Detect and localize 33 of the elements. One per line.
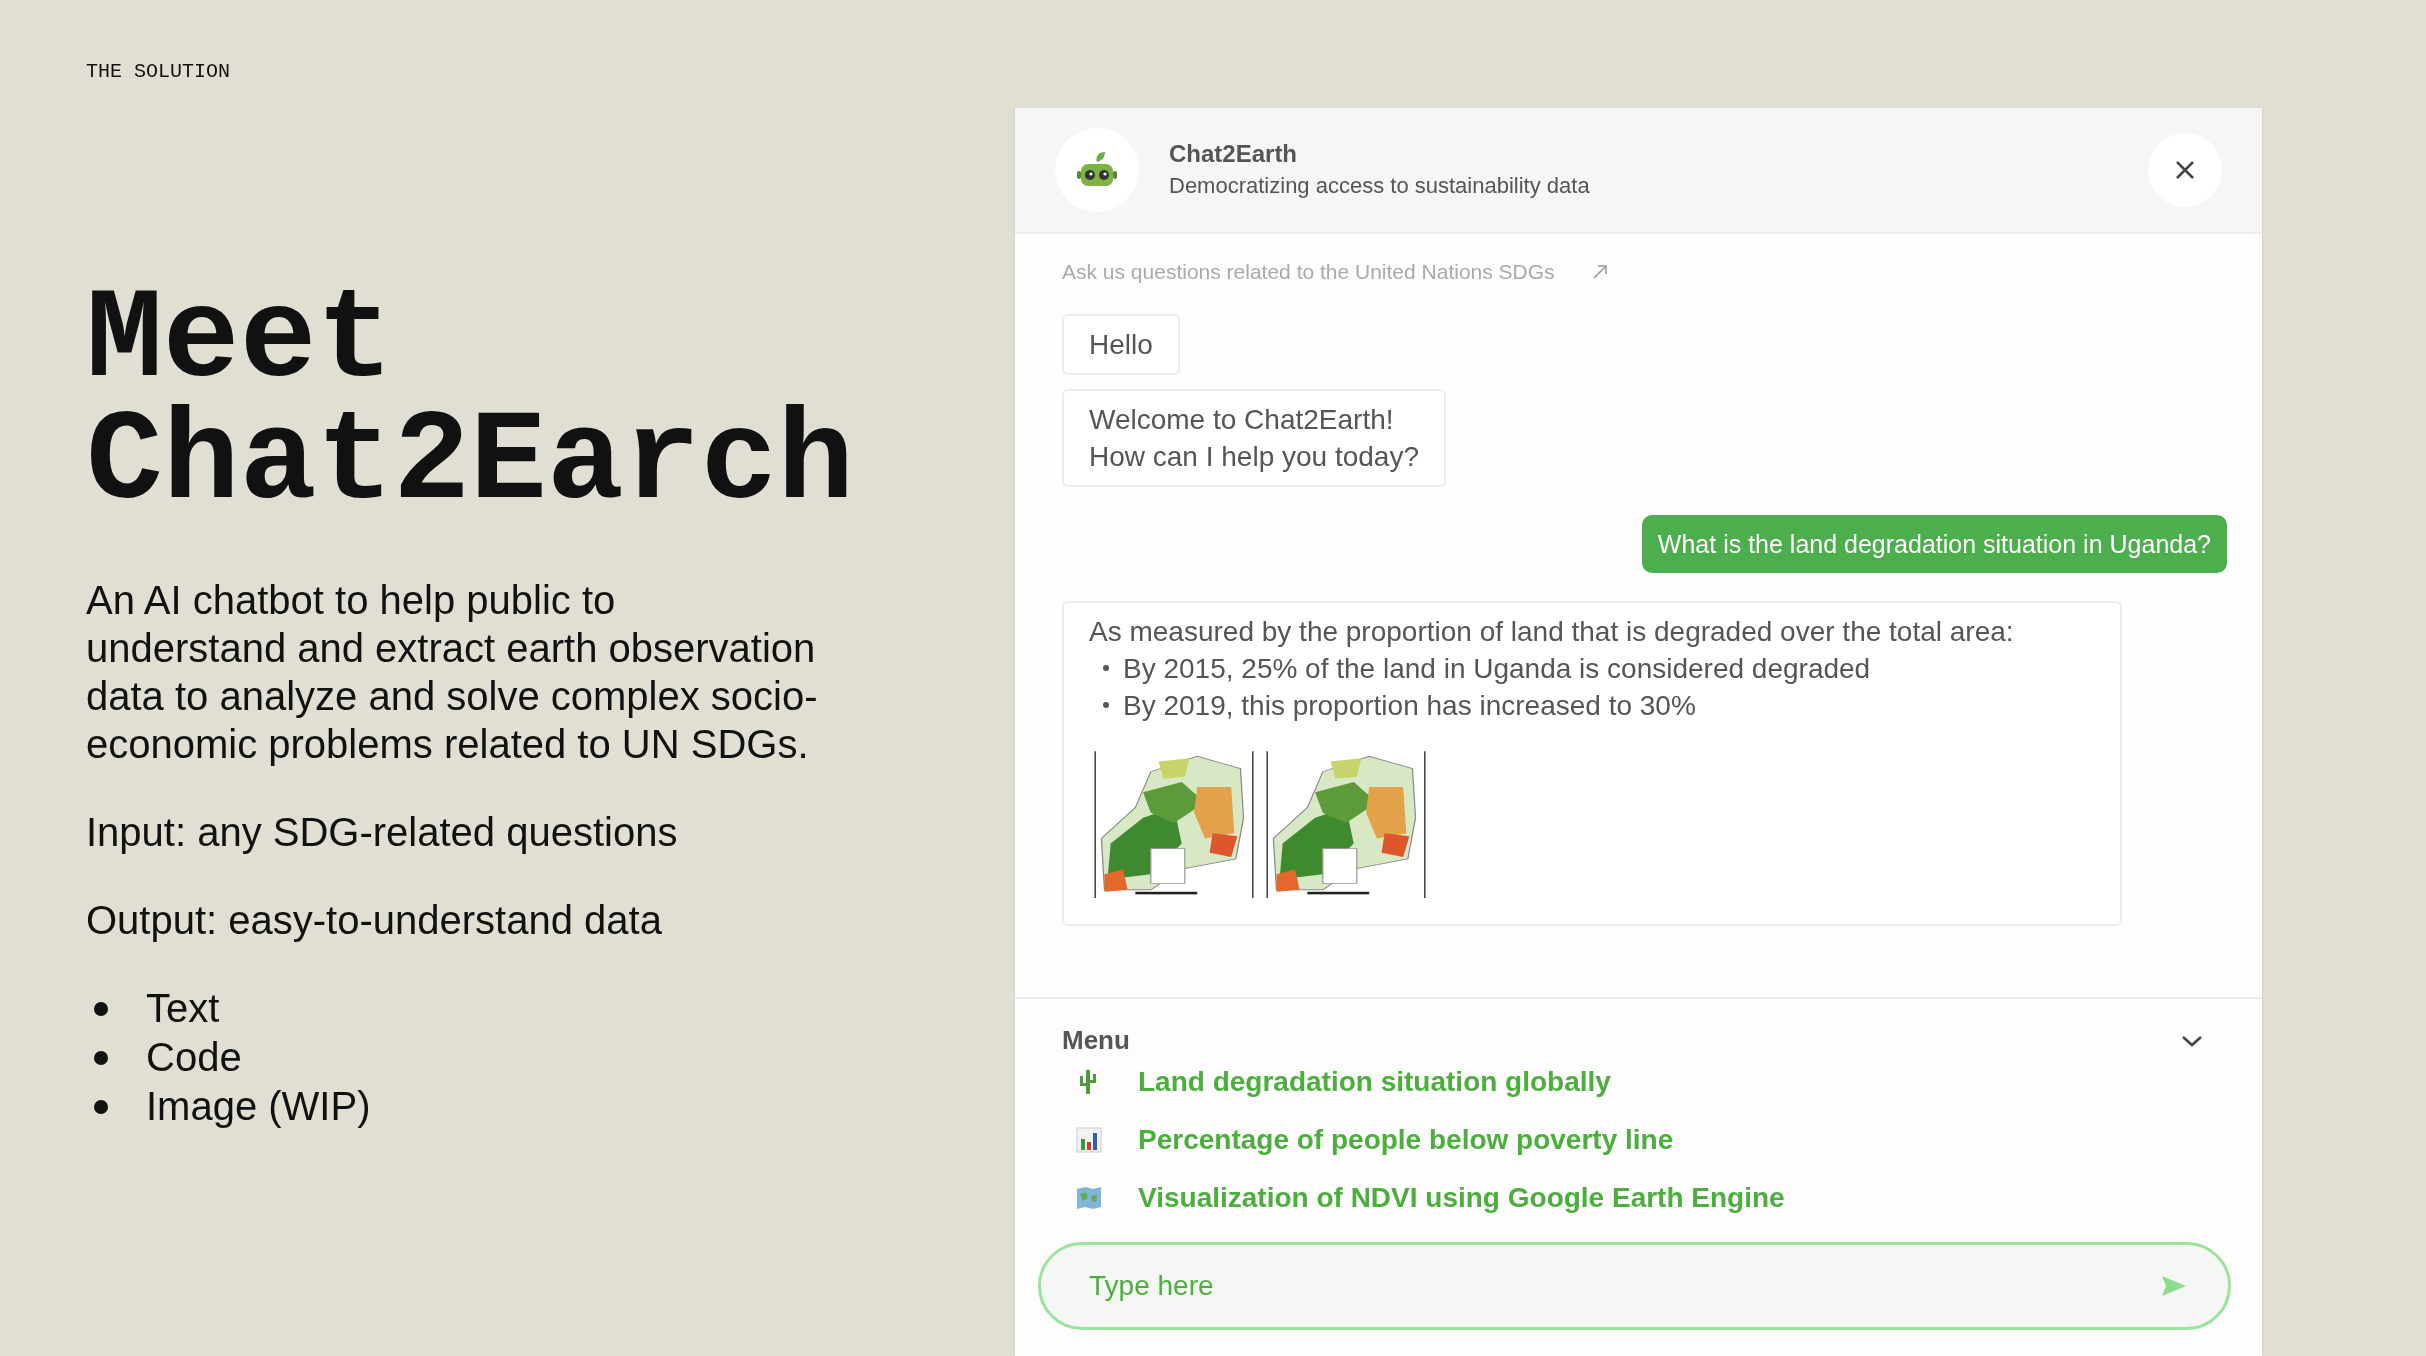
message-bullet: By 2015, 25% of the land in Uganda is considered degraded [1123,651,1871,686]
bullet-icon [1103,702,1109,708]
bullet-icon [94,1099,108,1114]
bar-chart-icon [1076,1127,1102,1153]
map-icon [1076,1186,1102,1210]
eyebrow: THE SOLUTION [86,60,231,84]
close-icon [2174,159,2196,181]
message-text: What is the land degradation situation in Uganda? [1657,528,2211,560]
slide-title: Chat2Earch [86,402,855,524]
bullet-icon [1103,665,1109,671]
bullet-text: Code [146,1034,242,1081]
slide-title: Meet [86,280,394,402]
menu-title: Menu [1062,1024,1130,1057]
message-bullet: By 2019, this proportion has increased to 30% [1123,688,1696,723]
bullet-icon [94,1001,108,1016]
menu-link[interactable]: Percentage of people below poverty line [1138,1122,1674,1158]
paragraph: Output: easy-to-understand data [86,897,662,944]
paragraph: Input: any SDG-related questions [86,809,678,856]
chat-title: Chat2Earth [1169,139,1298,169]
hint-text: Ask us questions related to the United Nations SDGs [1062,259,1555,285]
bullet-icon [94,1050,108,1065]
bullet-text: Text [146,985,220,1032]
message-text: As measured by the proportion of land that is degraded over the total area: [1089,614,2015,649]
message-input[interactable]: Type here [1038,1242,2231,1330]
chat-subtitle: Democratizing access to sustainability data [1169,172,1590,200]
message-text: Hello [1089,327,1153,362]
message-text: How can I help you today? [1089,439,1419,474]
menu-link[interactable]: Visualization of NDVI using Google Earth Engine [1138,1180,1785,1216]
description: An AI chatbot to help public to understand and extract earth observation data to analyze and solve complex socio-economic problems related to UN SDGs. [86,577,819,768]
bullet-text: Image (WIP) [146,1083,371,1130]
menu-link[interactable]: Land degradation situation globally [1138,1064,1611,1100]
message-text: Welcome to Chat2Earth! [1089,402,1395,437]
send-icon[interactable] [2161,1275,2187,1297]
